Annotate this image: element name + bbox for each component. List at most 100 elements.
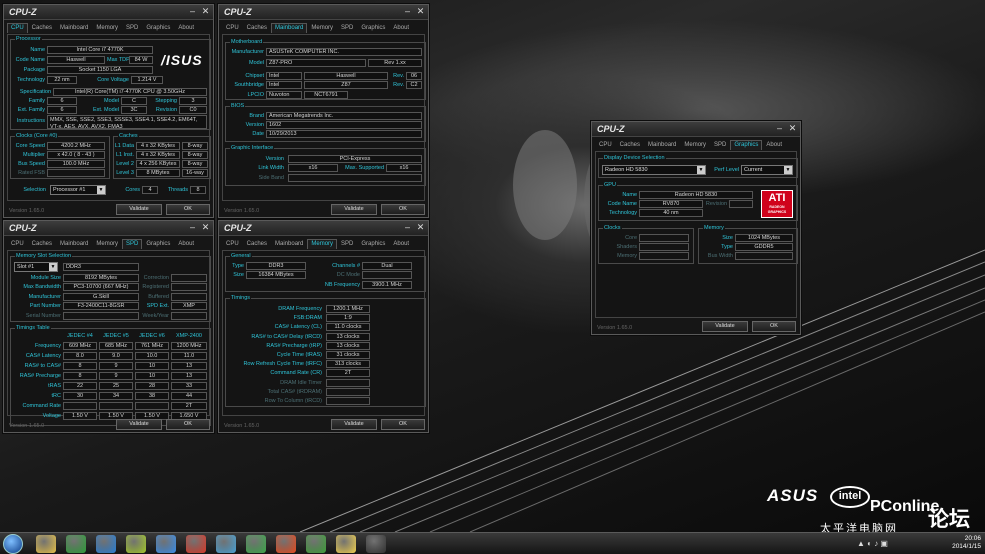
close-icon[interactable]: ✕ <box>415 6 426 17</box>
minimize-icon[interactable]: – <box>187 6 198 17</box>
gpu-memory-group: Memory Size 1024 MBytes Type GDDR5 Bus W… <box>698 225 798 264</box>
tab-cpu[interactable]: CPU <box>595 140 616 150</box>
clocks-group: Clocks Core Shaders Memory <box>598 225 694 264</box>
taskbar-app-icon[interactable] <box>336 535 356 553</box>
tray-icons[interactable]: ▲ ◐ ♪ ▣ <box>857 539 888 548</box>
tab-graphics[interactable]: Graphics <box>142 239 174 249</box>
validate-button[interactable]: Validate <box>331 204 377 215</box>
tab-about[interactable]: About <box>174 239 198 249</box>
ok-button[interactable]: OK <box>166 419 210 430</box>
taskbar-app-icon[interactable] <box>186 535 206 553</box>
tab-graphics[interactable]: Graphics <box>142 23 174 33</box>
close-icon[interactable]: ✕ <box>200 6 211 17</box>
ok-button[interactable]: OK <box>752 321 796 332</box>
ok-button[interactable]: OK <box>381 419 425 430</box>
taskbar-app-icon[interactable] <box>246 535 266 553</box>
tab-mainboard[interactable]: Mainboard <box>56 239 92 249</box>
tab-mainboard[interactable]: Mainboard <box>644 140 680 150</box>
taskbar-app-icon[interactable] <box>366 535 386 553</box>
cpuz-memory-window[interactable]: CPU-Z – ✕ CPU Caches Mainboard Memory SP… <box>218 220 429 433</box>
validate-button[interactable]: Validate <box>702 321 748 332</box>
window-titlebar[interactable]: CPU-Z – ✕ <box>4 221 213 236</box>
window-titlebar[interactable]: CPU-Z – ✕ <box>219 5 428 20</box>
start-button[interactable] <box>3 534 23 554</box>
minimize-icon[interactable]: – <box>402 222 413 233</box>
taskbar-app-icon[interactable] <box>306 535 326 553</box>
tab-graphics[interactable]: Graphics <box>357 239 389 249</box>
tab-mainboard[interactable]: Mainboard <box>271 23 308 33</box>
spd-row-label: RAS# Precharge <box>19 373 61 379</box>
ati-radeon-logo: ATI RADEON GRAPHICS <box>761 190 793 218</box>
memory-timing-value: 1:9 <box>326 314 370 323</box>
taskbar-app-icon[interactable] <box>66 535 86 553</box>
tab-caches[interactable]: Caches <box>616 140 644 150</box>
ok-button[interactable]: OK <box>166 204 210 215</box>
window-titlebar[interactable]: CPU-Z – ✕ <box>592 122 800 137</box>
cpuz-cpu-window[interactable]: CPU-Z – ✕ CPU Caches Mainboard Memory SP… <box>3 4 214 218</box>
display-device-select[interactable]: Radeon HD 5830 ▼ <box>602 165 706 175</box>
close-icon[interactable]: ✕ <box>787 123 798 134</box>
tab-memory[interactable]: Memory <box>307 239 338 249</box>
chevron-down-icon: ▼ <box>784 166 792 174</box>
spd-cell: 8.0 <box>63 352 97 360</box>
window-titlebar[interactable]: CPU-Z – ✕ <box>219 221 428 236</box>
minimize-icon[interactable]: – <box>187 222 198 233</box>
taskbar-app-icon[interactable] <box>126 535 146 553</box>
perf-level-select[interactable]: Current ▼ <box>741 165 793 175</box>
taskbar-app-icon[interactable] <box>156 535 176 553</box>
minimize-icon[interactable]: – <box>402 6 413 17</box>
tab-memory[interactable]: Memory <box>680 140 710 150</box>
tab-mainboard[interactable]: Mainboard <box>56 23 92 33</box>
tab-graphics[interactable]: Graphics <box>357 23 389 33</box>
validate-button[interactable]: Validate <box>116 419 162 430</box>
spd-cell: 30 <box>63 392 97 400</box>
taskbar-app-icon[interactable] <box>96 535 116 553</box>
tab-memory[interactable]: Memory <box>307 23 337 33</box>
tab-spd[interactable]: SPD <box>710 140 730 150</box>
chevron-down-icon: ▼ <box>697 166 705 174</box>
cpuz-spd-window[interactable]: CPU-Z – ✕ CPU Caches Mainboard Memory SP… <box>3 220 214 433</box>
tab-cpu[interactable]: CPU <box>7 23 28 33</box>
cpuz-graphics-window[interactable]: CPU-Z – ✕ CPU Caches Mainboard Memory SP… <box>591 121 801 335</box>
tab-spd[interactable]: SPD <box>337 239 357 249</box>
tab-cpu[interactable]: CPU <box>222 23 243 33</box>
tab-about[interactable]: About <box>762 140 786 150</box>
window-titlebar[interactable]: CPU-Z – ✕ <box>4 5 213 20</box>
processor-select[interactable]: Processor #1 ▼ <box>50 185 106 195</box>
ok-button[interactable]: OK <box>381 204 425 215</box>
window-title: CPU-Z <box>9 223 37 233</box>
taskbar-app-icon[interactable] <box>36 535 56 553</box>
memory-timing-value: 1200.1 MHz <box>326 305 370 313</box>
spd-cell: 44 <box>171 392 207 400</box>
tab-about[interactable]: About <box>389 239 413 249</box>
tab-caches[interactable]: Caches <box>28 23 56 33</box>
validate-button[interactable]: Validate <box>331 419 377 430</box>
spd-cell: 33 <box>171 382 207 390</box>
tab-graphics[interactable]: Graphics <box>730 140 763 150</box>
tab-cpu[interactable]: CPU <box>222 239 243 249</box>
clock[interactable]: 20:06 2014/1/15 <box>952 535 981 551</box>
spd-cell: 8 <box>63 372 97 380</box>
minimize-icon[interactable]: – <box>774 123 785 134</box>
tab-memory[interactable]: Memory <box>92 23 122 33</box>
cpuz-mainboard-window[interactable]: CPU-Z – ✕ CPU Caches Mainboard Memory SP… <box>218 4 429 218</box>
tab-caches[interactable]: Caches <box>243 239 271 249</box>
spd-cell: 11.0 <box>171 352 207 360</box>
tab-spd[interactable]: SPD <box>122 239 143 249</box>
chevron-down-icon: ▼ <box>97 186 105 194</box>
tab-about[interactable]: About <box>389 23 413 33</box>
validate-button[interactable]: Validate <box>116 204 162 215</box>
tab-spd[interactable]: SPD <box>122 23 142 33</box>
tab-mainboard[interactable]: Mainboard <box>271 239 307 249</box>
tab-cpu[interactable]: CPU <box>7 239 28 249</box>
close-icon[interactable]: ✕ <box>415 222 426 233</box>
tab-memory[interactable]: Memory <box>92 239 122 249</box>
taskbar-app-icon[interactable] <box>276 535 296 553</box>
tab-caches[interactable]: Caches <box>28 239 56 249</box>
close-icon[interactable]: ✕ <box>200 222 211 233</box>
slot-select[interactable]: Slot #1 ▼ <box>14 262 58 272</box>
taskbar-app-icon[interactable] <box>216 535 236 553</box>
tab-caches[interactable]: Caches <box>243 23 271 33</box>
tab-about[interactable]: About <box>174 23 198 33</box>
tab-spd[interactable]: SPD <box>337 23 357 33</box>
